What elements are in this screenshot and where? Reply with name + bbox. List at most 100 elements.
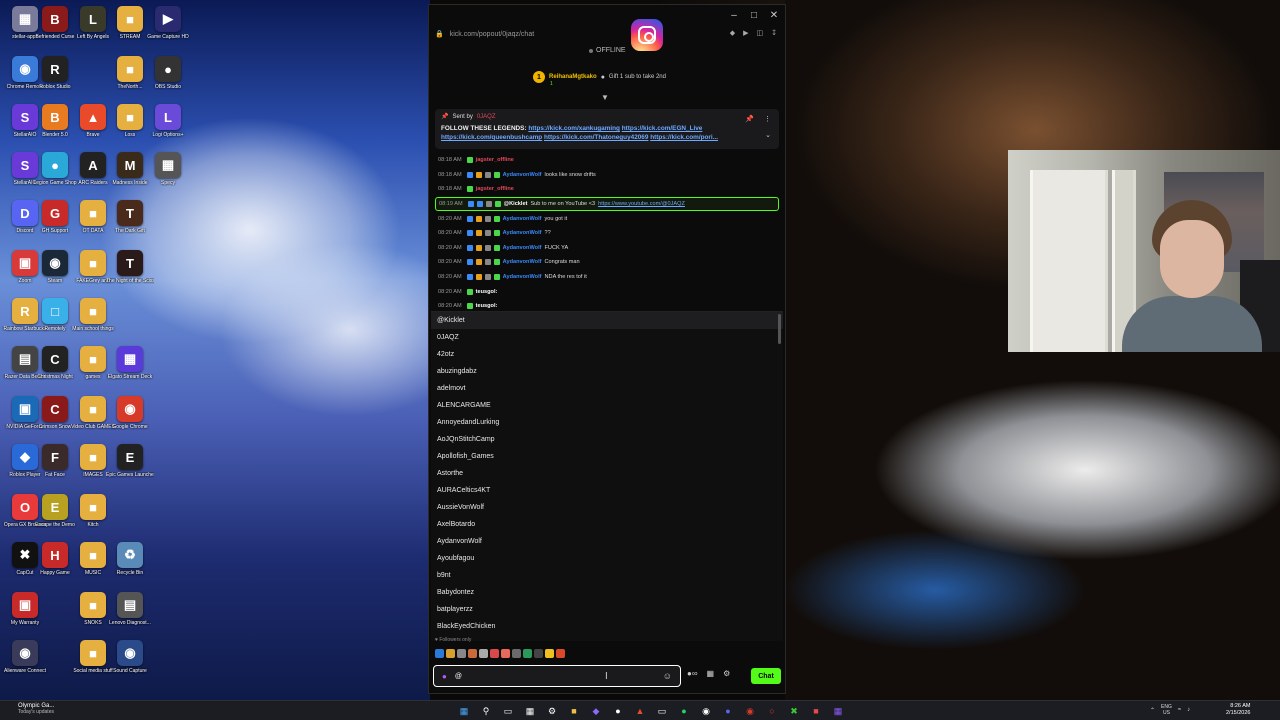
opera-icon[interactable]: ○ bbox=[764, 703, 780, 719]
minimize-icon[interactable]: – bbox=[729, 10, 739, 21]
emoji-icon[interactable]: ☺ bbox=[663, 671, 672, 681]
desktop-icon[interactable]: ● OBS Studio bbox=[145, 56, 191, 102]
shield-icon[interactable]: ◆ bbox=[730, 29, 735, 37]
emote-icon[interactable] bbox=[556, 649, 565, 658]
search-icon[interactable]: ⚲ bbox=[478, 703, 494, 719]
windows-start-icon[interactable]: ▦ bbox=[456, 703, 472, 719]
volume-icon[interactable]: ♪ bbox=[1187, 707, 1190, 713]
mention-option[interactable]: adelmovt bbox=[431, 380, 783, 397]
mention-option[interactable]: Astorthe bbox=[431, 465, 783, 482]
microphone-icon[interactable]: ● bbox=[442, 672, 447, 681]
emote-icon[interactable] bbox=[446, 649, 455, 658]
emote-icon[interactable] bbox=[490, 649, 499, 658]
emote-icon[interactable] bbox=[468, 649, 477, 658]
taskbar-clock[interactable]: 8:26 AM 2/15/2026 bbox=[1226, 703, 1250, 717]
address-url[interactable]: kick.com/popout/0jaqz/chat bbox=[450, 31, 534, 38]
stellar-icon[interactable]: ◆ bbox=[588, 703, 604, 719]
media-icon[interactable]: ■ bbox=[808, 703, 824, 719]
chat-send-button[interactable]: Chat bbox=[751, 668, 781, 684]
emote-icon[interactable] bbox=[534, 649, 543, 658]
chat-input[interactable]: ● @ ☺ bbox=[433, 665, 681, 687]
unpin-icon[interactable]: 📌 bbox=[745, 115, 754, 123]
desktop-icon[interactable]: ■ Kitch bbox=[70, 494, 116, 540]
widgets-icon[interactable]: ▦ bbox=[522, 703, 538, 719]
xbox-icon[interactable]: ✖ bbox=[786, 703, 802, 719]
mention-option[interactable]: AURACeltics4KT bbox=[431, 482, 783, 499]
message-username[interactable]: AydanvonWolf bbox=[503, 245, 542, 251]
chrome-icon[interactable]: ◉ bbox=[742, 703, 758, 719]
desktop-icon[interactable]: ▣ My Warranty bbox=[2, 592, 48, 638]
pinned-link[interactable]: https://kick.com/EGN_Live bbox=[622, 125, 703, 132]
mention-option[interactable]: Ayoubfagou bbox=[431, 550, 783, 567]
brave-icon[interactable]: ▲ bbox=[632, 703, 648, 719]
message-link[interactable]: https://www.youtube.com/@0JAQZ bbox=[598, 201, 685, 207]
desktop-icon[interactable]: ◉ Alienware Connect bbox=[2, 640, 48, 686]
desktop-icon[interactable]: ▶ Game Capture HD bbox=[145, 6, 191, 52]
desktop-icon[interactable]: ◉ Sound Capture bbox=[107, 640, 153, 686]
desktop-icon[interactable]: ♻ Recycle Bin bbox=[107, 542, 153, 588]
language-indicator[interactable]: ENG US bbox=[1161, 704, 1172, 716]
spotify-icon[interactable]: ● bbox=[676, 703, 692, 719]
emote-icon[interactable] bbox=[512, 649, 521, 658]
message-username[interactable]: @Kicklet bbox=[504, 201, 528, 207]
discord-icon[interactable]: ● bbox=[720, 703, 736, 719]
mention-option[interactable]: AnnoyedandLurking bbox=[431, 414, 783, 431]
pinned-link[interactable]: https://kick.com/xankugaming bbox=[528, 125, 620, 132]
mention-option[interactable]: AussieVonWolf bbox=[431, 499, 783, 516]
calendar-icon[interactable]: ▦ bbox=[707, 669, 715, 678]
message-username[interactable]: AydanvonWolf bbox=[503, 274, 542, 280]
emote-icon[interactable] bbox=[479, 649, 488, 658]
message-username[interactable]: AydanvonWolf bbox=[503, 172, 542, 178]
desktop-icon[interactable]: E Epic Games Launcher bbox=[106, 444, 154, 490]
download-icon[interactable]: ↧ bbox=[771, 29, 777, 37]
grid-app-icon[interactable]: ▦ bbox=[830, 703, 846, 719]
desktop-icon[interactable]: ■ Main school things bbox=[70, 298, 116, 344]
message-username[interactable]: teusgol: bbox=[476, 289, 498, 295]
users-icon[interactable]: ●∞ bbox=[687, 669, 698, 678]
mention-option[interactable]: @Kicklet bbox=[431, 312, 783, 329]
mention-option[interactable]: Apollofish_Games bbox=[431, 448, 783, 465]
emote-icon[interactable] bbox=[545, 649, 554, 658]
desktop-icon[interactable]: ▤ Lenovo Diagnost... bbox=[107, 592, 153, 638]
pinned-link[interactable]: https://kick.com/queenbushcamp bbox=[441, 134, 542, 141]
terminal-icon[interactable]: ▭ bbox=[654, 703, 670, 719]
message-username[interactable]: AydanvonWolf bbox=[503, 216, 542, 222]
chevron-up-icon[interactable]: ⌃ bbox=[1150, 707, 1155, 714]
wifi-icon[interactable]: ≈ bbox=[1178, 707, 1181, 713]
desktop-icon[interactable]: T The Dark Gift bbox=[107, 200, 153, 246]
settings-gear-icon[interactable]: ⚙ bbox=[544, 703, 560, 719]
emote-icon[interactable] bbox=[435, 649, 444, 658]
desktop-icon[interactable]: ▦ Specy bbox=[145, 152, 191, 198]
extensions-icon[interactable]: ◫ bbox=[757, 29, 764, 37]
message-username[interactable]: AydanvonWolf bbox=[503, 230, 542, 236]
desktop-icon[interactable]: ◉ Google Chrome bbox=[107, 396, 153, 442]
mention-option[interactable]: 0JAQZ bbox=[431, 329, 783, 346]
scrollbar-thumb[interactable] bbox=[778, 314, 781, 344]
mention-option[interactable]: Babydontez bbox=[431, 584, 783, 601]
message-username[interactable]: teusgol: bbox=[476, 303, 498, 309]
steam-icon[interactable]: ◉ bbox=[698, 703, 714, 719]
mention-option[interactable]: AoJQnStitchCamp bbox=[431, 431, 783, 448]
desktop-icon[interactable]: L Logi Options+ bbox=[145, 104, 191, 150]
weather-widget[interactable]: Olympic Ga... Today's updates bbox=[18, 703, 54, 715]
mention-option[interactable]: BlackEyedChicken bbox=[431, 618, 783, 635]
close-icon[interactable]: ✕ bbox=[769, 10, 779, 21]
chevron-down-icon[interactable]: ⌄ bbox=[765, 131, 771, 139]
mention-option[interactable]: ALENCARGAME bbox=[431, 397, 783, 414]
chat-input-value[interactable]: @ bbox=[455, 673, 462, 680]
more-options-icon[interactable]: ⋮ bbox=[764, 115, 771, 123]
obs-icon[interactable]: ● bbox=[610, 703, 626, 719]
desktop-icon[interactable]: R Roblox Studio bbox=[32, 56, 78, 102]
file-explorer-icon[interactable]: ■ bbox=[566, 703, 582, 719]
mention-option[interactable]: batplayerzz bbox=[431, 601, 783, 618]
emote-icon[interactable] bbox=[457, 649, 466, 658]
cast-icon[interactable]: ▶ bbox=[743, 29, 748, 37]
task-view-icon[interactable]: ▭ bbox=[500, 703, 516, 719]
message-username[interactable]: AydanvonWolf bbox=[503, 259, 542, 265]
desktop-icon[interactable]: ▦ Elgato Stream Deck bbox=[107, 346, 153, 392]
desktop-icon[interactable]: T The Night of the Scissors bbox=[106, 250, 154, 296]
address-bar[interactable]: 🔒 kick.com/popout/0jaqz/chat ◆ ▶ ◫ ↧ bbox=[429, 25, 785, 43]
maximize-icon[interactable]: □ bbox=[749, 10, 759, 21]
mention-option[interactable]: 42otz bbox=[431, 346, 783, 363]
message-username[interactable]: jagster_offline bbox=[476, 186, 514, 192]
